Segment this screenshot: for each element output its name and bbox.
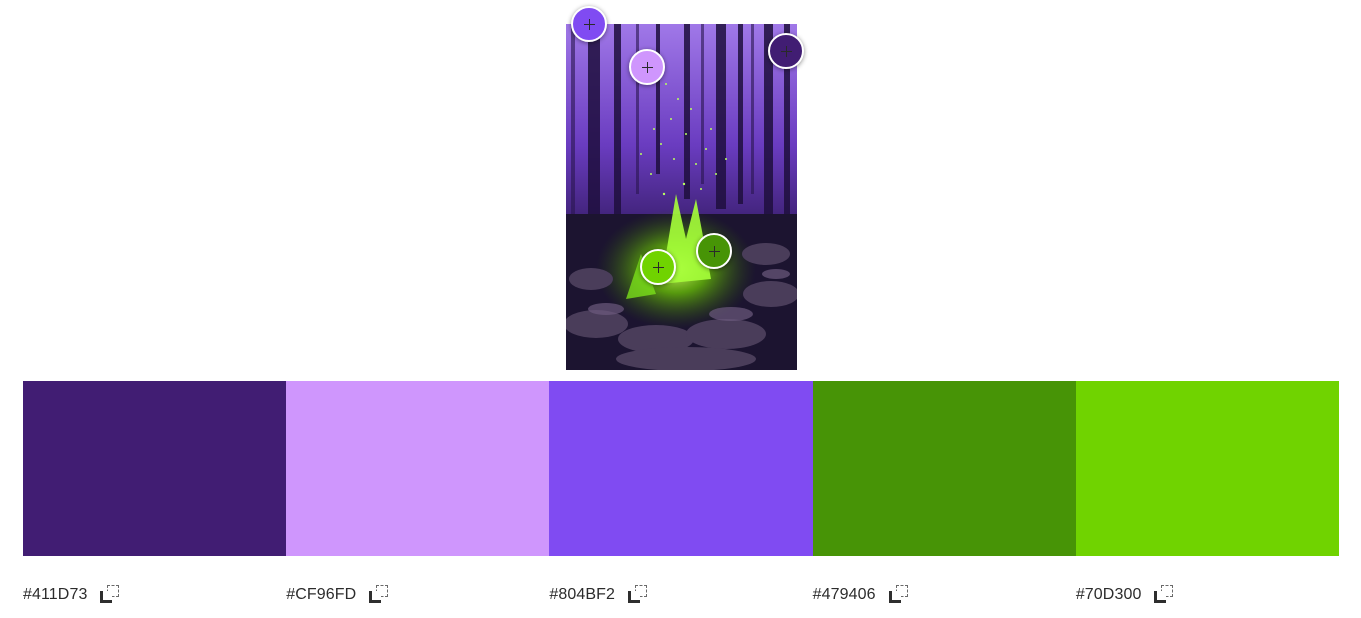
copy-icon[interactable]	[1153, 585, 1175, 605]
color-picker-5[interactable]	[696, 233, 732, 269]
swatch-4[interactable]	[812, 381, 1076, 556]
swatch-label-2: #CF96FD	[286, 580, 549, 610]
copy-icon[interactable]	[627, 585, 649, 605]
color-picker-3[interactable]	[768, 33, 804, 69]
copy-icon[interactable]	[888, 585, 910, 605]
copy-icon[interactable]	[99, 585, 121, 605]
campfire-photo	[566, 24, 797, 370]
hex-code[interactable]: #479406	[813, 586, 876, 604]
color-picker-2[interactable]	[629, 49, 665, 85]
color-picker-4[interactable]	[640, 249, 676, 285]
hex-code[interactable]: #804BF2	[549, 586, 615, 604]
swatch-5[interactable]	[1075, 381, 1340, 556]
crosshair-plus-icon	[780, 45, 792, 57]
palette-labels: #411D73 #CF96FD #804BF2 #479406 #70D300	[23, 580, 1339, 610]
crosshair-plus-icon	[583, 18, 595, 30]
swatch-2[interactable]	[286, 381, 550, 556]
swatch-label-3: #804BF2	[549, 580, 812, 610]
crosshair-plus-icon	[641, 61, 653, 73]
swatch-3[interactable]	[549, 381, 813, 556]
hex-code[interactable]: #411D73	[23, 586, 87, 604]
swatch-label-1: #411D73	[23, 580, 286, 610]
crosshair-plus-icon	[708, 245, 720, 257]
swatch-1[interactable]	[23, 381, 287, 556]
crosshair-plus-icon	[652, 261, 664, 273]
swatch-label-5: #70D300	[1076, 580, 1339, 610]
source-image-container	[566, 6, 804, 370]
hex-code[interactable]: #CF96FD	[286, 586, 356, 604]
palette-swatches	[23, 381, 1340, 556]
copy-icon[interactable]	[368, 585, 390, 605]
color-picker-1[interactable]	[571, 6, 607, 42]
swatch-label-4: #479406	[813, 580, 1076, 610]
hex-code[interactable]: #70D300	[1076, 586, 1142, 604]
